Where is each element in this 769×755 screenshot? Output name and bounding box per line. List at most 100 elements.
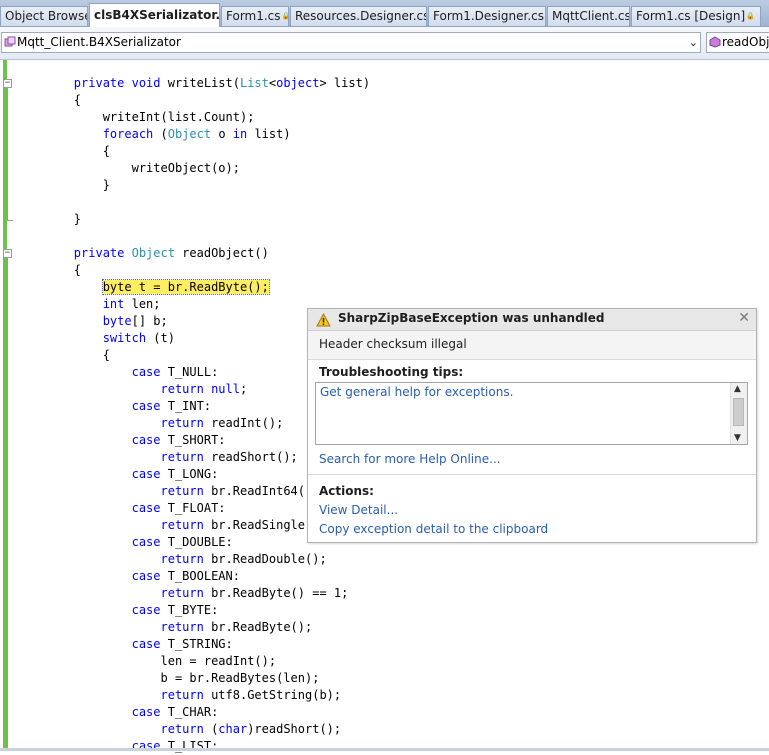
code-line[interactable]: return br.ReadByte() == 1;	[16, 585, 348, 602]
document-tab[interactable]: clsB4XSerializator.cs🔒	[89, 3, 220, 27]
keyword-token: foreach	[16, 127, 154, 141]
tab-label: Resources.Designer.cs	[295, 9, 427, 23]
code-line[interactable]: int len;	[16, 296, 161, 313]
close-icon[interactable]: ✕	[738, 310, 750, 326]
code-line[interactable]: byte[] b;	[16, 313, 168, 330]
keyword-token: case	[16, 433, 161, 447]
code-line[interactable]: case T_LONG:	[16, 466, 219, 483]
code-line[interactable]: case T_DOUBLE:	[16, 534, 233, 551]
scroll-up-icon[interactable]: ▲	[734, 384, 741, 394]
code-line[interactable]: }	[16, 211, 81, 228]
code-line[interactable]: b = br.ReadBytes(len);	[16, 670, 319, 687]
code-line[interactable]: switch (t)	[16, 330, 175, 347]
code-token: T_SHORT:	[160, 433, 226, 447]
code-token: readObject()	[174, 246, 269, 260]
search-help-online-link[interactable]: Search for more Help Online...	[319, 452, 501, 466]
divider	[308, 474, 756, 475]
current-statement-highlight: byte t = br.ReadByte();	[101, 279, 270, 295]
keyword-token: case	[16, 603, 161, 617]
collapse-readobject-toggle[interactable]: −	[3, 249, 12, 258]
code-token: readShort();	[203, 450, 298, 464]
code-line[interactable]: return br.ReadInt64();	[16, 483, 319, 500]
code-token: writeObject(o);	[16, 161, 240, 175]
code-line[interactable]: return null;	[16, 381, 247, 398]
document-tab[interactable]: Form1.cs🔒	[221, 6, 289, 26]
keyword-token: case	[16, 467, 161, 481]
code-line[interactable]: return readShort();	[16, 449, 298, 466]
type-selector-combo[interactable]: Mqtt_Client.B4XSerializator ⌄	[1, 32, 701, 53]
code-line[interactable]: {	[16, 262, 81, 279]
code-token: }	[16, 212, 82, 226]
troubleshooting-heading: Troubleshooting tips:	[319, 365, 464, 379]
code-line[interactable]: foreach (Object o in list)	[16, 126, 291, 143]
document-tab[interactable]: Form1.cs [Design]🔒	[631, 6, 761, 26]
code-line[interactable]: return br.ReadDouble();	[16, 551, 326, 568]
code-line[interactable]: case T_CHAR:	[16, 704, 219, 721]
code-line[interactable]: case T_BOOLEAN:	[16, 568, 240, 585]
code-line[interactable]: case T_FLOAT:	[16, 500, 226, 517]
member-selector-value: readObj	[722, 35, 769, 49]
warning-triangle-icon	[316, 312, 331, 331]
code-line[interactable]: return (char)readShort();	[16, 721, 341, 738]
keyword-token: return	[16, 688, 204, 702]
document-tab[interactable]: MqttClient.cs	[547, 6, 630, 26]
exception-title: SharpZipBaseException was unhandled	[338, 311, 605, 325]
exception-body: Troubleshooting tips: Get general help f…	[308, 360, 756, 542]
code-line[interactable]: byte t = br.ReadByte();	[16, 279, 270, 296]
view-detail-link[interactable]: View Detail...	[319, 503, 398, 517]
code-token: o	[211, 127, 233, 141]
outline-guide	[7, 88, 8, 220]
code-line[interactable]: private void writeList(List<object> list…	[16, 75, 370, 92]
outline-end-tick	[7, 220, 13, 221]
member-selector-combo[interactable]: readObj	[706, 32, 769, 53]
collapse-writelist-toggle[interactable]: −	[3, 79, 12, 88]
code-line[interactable]: case T_STRING:	[16, 636, 233, 653]
type-token: Object	[131, 246, 175, 260]
document-tab[interactable]: Object Browser	[0, 6, 88, 26]
scroll-down-icon[interactable]: ▼	[734, 433, 741, 443]
keyword-token: void	[131, 76, 161, 90]
code-line[interactable]: writeInt(list.Count);	[16, 109, 255, 126]
keyword-token: return	[16, 722, 204, 736]
code-line[interactable]: return readInt();	[16, 415, 283, 432]
troubleshooting-tips-list[interactable]: Get general help for exceptions. ▲ ▼	[315, 382, 748, 445]
lock-icon: 🔒	[282, 12, 288, 20]
code-token: T_BYTE:	[160, 603, 219, 617]
tips-scrollbar[interactable]: ▲ ▼	[730, 383, 747, 444]
exception-title-bar: SharpZipBaseException was unhandled ✕	[308, 309, 756, 331]
code-line[interactable]: case T_NULL:	[16, 364, 219, 381]
code-line[interactable]: {	[16, 347, 110, 364]
code-token: readInt();	[203, 416, 284, 430]
code-line[interactable]: private Object readObject()	[16, 245, 269, 262]
code-line[interactable]: return utf8.GetString(b);	[16, 687, 341, 704]
code-line[interactable]: case T_INT:	[16, 398, 211, 415]
code-line[interactable]: writeObject(o);	[16, 160, 240, 177]
code-token: len = readInt();	[16, 654, 277, 668]
exception-message: Header checksum illegal	[319, 337, 467, 351]
lock-icon: 🔒	[746, 12, 755, 20]
code-line[interactable]: {	[16, 92, 81, 109]
tab-label: Form1.cs [Design]	[636, 9, 746, 23]
code-token: T_LONG:	[160, 467, 219, 481]
keyword-token: object	[276, 76, 320, 90]
code-line[interactable]: case T_SHORT:	[16, 432, 226, 449]
code-line[interactable]: return br.ReadByte();	[16, 619, 312, 636]
code-line[interactable]: len = readInt();	[16, 653, 276, 670]
code-token: (t)	[146, 331, 175, 345]
code-line[interactable]: return br.ReadSingle();	[16, 517, 326, 534]
code-line[interactable]: {	[16, 143, 110, 160]
code-token: utf8.GetString(b);	[203, 688, 342, 702]
general-help-link[interactable]: Get general help for exceptions.	[320, 385, 513, 399]
keyword-token: private	[16, 76, 132, 90]
copy-exception-detail-link[interactable]: Copy exception detail to the clipboard	[319, 522, 548, 536]
keyword-token: private	[16, 246, 132, 260]
chevron-down-icon[interactable]: ⌄	[689, 33, 698, 52]
code-line[interactable]: case T_BYTE:	[16, 602, 219, 619]
document-tab[interactable]: Form1.Designer.cs🔒	[428, 6, 546, 26]
code-line[interactable]: case T_LIST:	[16, 738, 219, 755]
outline-guide	[7, 258, 8, 751]
code-line[interactable]: }	[16, 177, 110, 194]
document-tab[interactable]: Resources.Designer.cs🔒	[290, 6, 427, 26]
scroll-thumb[interactable]	[733, 398, 744, 426]
